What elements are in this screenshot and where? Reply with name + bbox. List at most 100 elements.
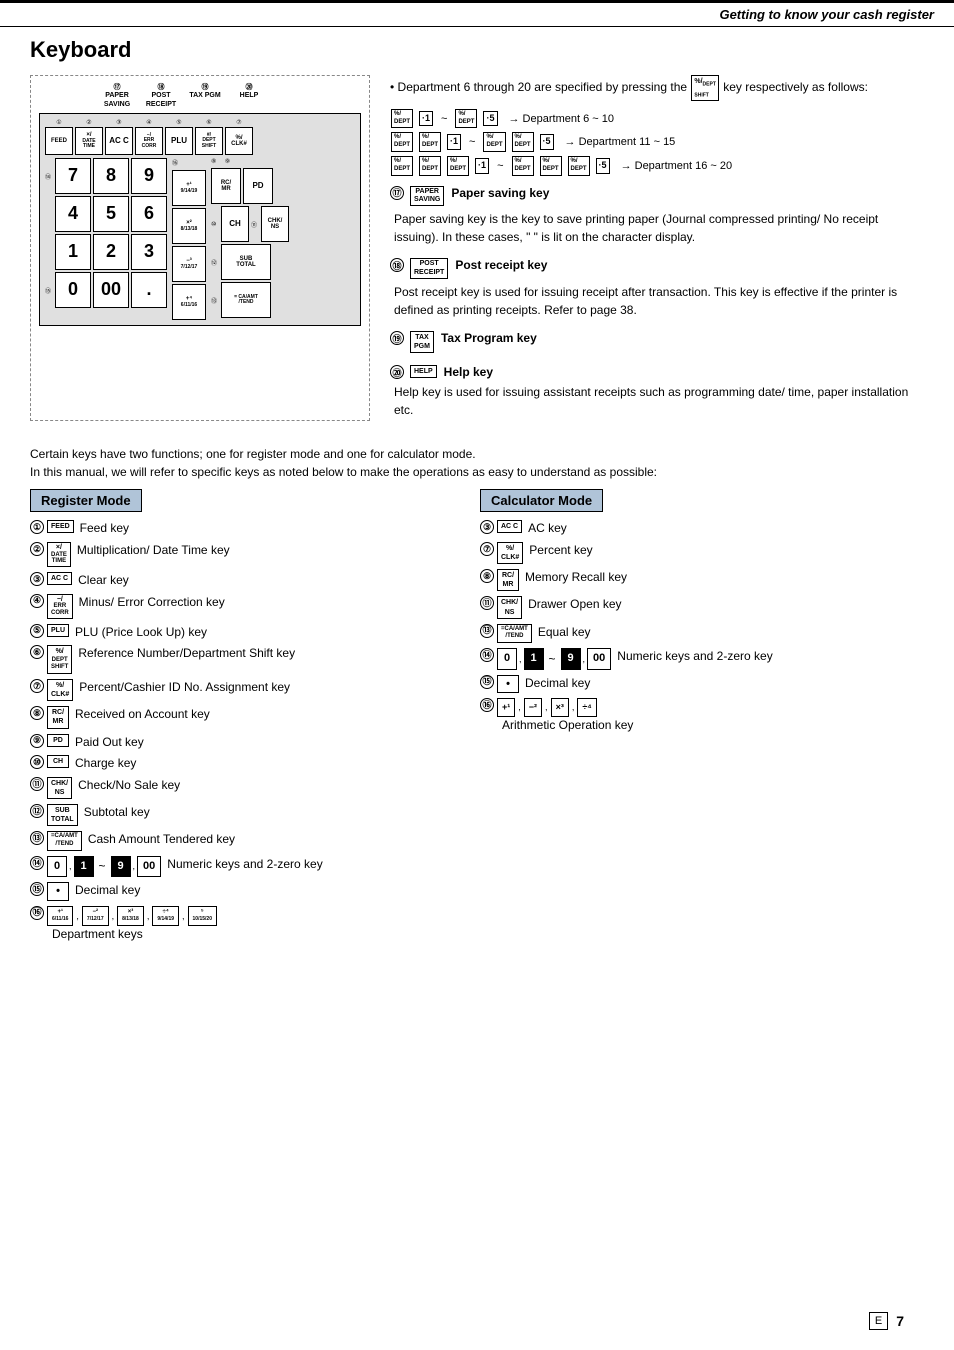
badge-5c: ·5 bbox=[596, 158, 610, 174]
block-post-receipt-title: Post receipt key bbox=[455, 258, 547, 272]
key-4[interactable]: 4 bbox=[55, 196, 91, 232]
list-item-pd: ⑨ PD Paid Out key bbox=[30, 734, 450, 751]
key-feed[interactable]: FEED bbox=[45, 127, 73, 155]
dept-spec-row-11-15: %/DEPT %/DEPT ·1 ~ %/DEPT %/DEPT ·5 → De… bbox=[390, 132, 924, 152]
block-paper-saving-text: Paper saving key is the key to save prin… bbox=[394, 210, 924, 246]
tilde-1: ~ bbox=[441, 113, 447, 125]
key-5[interactable]: 5 bbox=[93, 196, 129, 232]
arith-div: ÷⁴ bbox=[577, 698, 596, 717]
key-plu[interactable]: PLU bbox=[165, 127, 193, 155]
block-help: ⑳ HELP Help key Help key is used for iss… bbox=[390, 365, 924, 419]
calc-nk-0: 0 bbox=[497, 648, 517, 669]
calculator-mode-list: ③ AC C AC key ⑦ %/CLK# Percent key ⑧ RC/… bbox=[480, 520, 924, 733]
dept-key-5: ⁵10/15/20 bbox=[188, 906, 217, 926]
key-6[interactable]: 6 bbox=[131, 196, 167, 232]
key-chk-ns[interactable]: CHK/NS bbox=[261, 206, 289, 242]
header-title: Getting to know your cash register bbox=[719, 7, 934, 22]
tilde-3: ~ bbox=[497, 160, 503, 172]
key-label-help: ⑳HELP bbox=[231, 84, 267, 109]
block-tax-pgm-title: Tax Program key bbox=[441, 331, 537, 345]
key-label-tax-pgm: ⑲TAX PGM bbox=[187, 84, 223, 109]
header-bar: Getting to know your cash register bbox=[0, 0, 954, 27]
key-rc-mr[interactable]: RC/MR bbox=[211, 168, 241, 204]
intro-line1: Certain keys have two functions; one for… bbox=[30, 447, 476, 461]
block-post-receipt-text: Post receipt key is used for issuing rec… bbox=[394, 283, 924, 319]
key-9[interactable]: 9 bbox=[131, 158, 167, 194]
arrow-2: → Department 11 ~ 15 bbox=[565, 136, 676, 148]
key-sub-total[interactable]: SUBTOTAL bbox=[221, 244, 271, 280]
key-tax-pgm-icon: TAXPGM bbox=[410, 331, 434, 353]
key-decimal[interactable]: . bbox=[131, 272, 167, 308]
calc-item-equal: ⑬ =CA/AMT/TEND Equal key bbox=[480, 624, 924, 644]
arith-minus: −² bbox=[524, 698, 542, 717]
nk-00: 00 bbox=[137, 856, 161, 877]
key-plus1[interactable]: +¹9/14/19 bbox=[172, 170, 206, 206]
calc-item-numeric: ⑭ 0, 1~ 9, 00 Numeric keys and 2-zero ke… bbox=[480, 648, 924, 669]
calc-nk-1: 1 bbox=[524, 648, 544, 669]
key-minus3[interactable]: −³7/12/17 bbox=[172, 246, 206, 282]
dept-keys-row: +¹6/11/16, −²7/12/17, ×³8/13/18, ÷⁴9/14/… bbox=[47, 906, 217, 926]
num-19: ⑲ bbox=[390, 331, 404, 345]
key-clk[interactable]: %/CLK# bbox=[225, 127, 253, 155]
badge-ds-7: %/DEPT bbox=[391, 156, 413, 176]
block-post-receipt-header: ⑱ POSTRECEIPT Post receipt key bbox=[390, 258, 924, 279]
list-item-dept-keys: ⑯ +¹6/11/16, −²7/12/17, ×³8/13/18, ÷⁴9/1… bbox=[30, 906, 450, 943]
badge-dept-shift-1: %/DEPT bbox=[391, 109, 413, 129]
arith-plus: +¹ bbox=[497, 698, 515, 717]
list-item-feed: ① FEED Feed key bbox=[30, 520, 450, 537]
key-00[interactable]: 00 bbox=[93, 272, 129, 308]
nk-0: 0 bbox=[47, 856, 67, 877]
list-item-numeric: ⑭ 0, 1~ 9, 00 Numeric keys and 2-zero ke… bbox=[30, 856, 450, 877]
block-paper-saving-header: ⑰ PAPERSAVING Paper saving key bbox=[390, 186, 924, 207]
calc-item-arith: ⑯ +¹, −², ×³, ÷⁴ Arithmetic Operation ke… bbox=[480, 698, 924, 733]
list-item-sub-total: ⑫ SUBTOTAL Subtotal key bbox=[30, 804, 450, 826]
key-ch[interactable]: CH bbox=[221, 206, 249, 242]
badge-5: ·5 bbox=[483, 111, 497, 127]
key-mult2[interactable]: ×²8/13/18 bbox=[172, 208, 206, 244]
key-ac[interactable]: AC C bbox=[105, 127, 133, 155]
key-pd[interactable]: PD bbox=[243, 168, 273, 204]
page-title: Keyboard bbox=[30, 37, 924, 63]
key-post-receipt-icon: POSTRECEIPT bbox=[410, 258, 448, 279]
key-2[interactable]: 2 bbox=[93, 234, 129, 270]
list-item-ch: ⑩ CH Charge key bbox=[30, 755, 450, 772]
key-1[interactable]: 1 bbox=[55, 234, 91, 270]
calculator-mode-box: Calculator Mode bbox=[480, 489, 603, 512]
key-8[interactable]: 8 bbox=[93, 158, 129, 194]
calc-item-percent: ⑦ %/CLK# Percent key bbox=[480, 542, 924, 564]
badge-1: ·1 bbox=[419, 111, 433, 127]
key-0[interactable]: 0 bbox=[55, 272, 91, 308]
list-item-minus-err: ④ −/ERRCORR Minus/ Error Correction key bbox=[30, 594, 450, 619]
dept-key-1: +¹6/11/16 bbox=[47, 906, 73, 926]
key-date-time[interactable]: ×/DATE TIME bbox=[75, 127, 103, 155]
badge-ds-8: %/DEPT bbox=[419, 156, 441, 176]
key-label-post-receipt: ⑱POSTRECEIPT bbox=[143, 84, 179, 109]
badge-5b: ·5 bbox=[540, 134, 554, 150]
key-dept-shift[interactable]: #/DEPT SHIFT bbox=[195, 127, 223, 155]
calc-item-memory: ⑧ RC/MR Memory Recall key bbox=[480, 569, 924, 591]
block-paper-saving: ⑰ PAPERSAVING Paper saving key Paper sav… bbox=[390, 186, 924, 247]
register-mode-box: Register Mode bbox=[30, 489, 142, 512]
dept-spec-row-6-10: %/DEPT ·1 ~ %/DEPT ·5 → Department 6 ~ 1… bbox=[390, 109, 924, 129]
badge-dept-shift-5: %/DEPT bbox=[483, 132, 505, 152]
dept-spec-intro: • Department 6 through 20 are specified … bbox=[390, 75, 924, 101]
dept-key-4: ÷⁴9/14/19 bbox=[152, 906, 179, 926]
intro-line2: In this manual, we will refer to specifi… bbox=[30, 465, 657, 479]
key-err-corr[interactable]: −/ERR CORR bbox=[135, 127, 163, 155]
dept-key-2: −²7/12/17 bbox=[82, 906, 109, 926]
key-plus4[interactable]: +⁴6/11/16 bbox=[172, 284, 206, 320]
calc-item-decimal: ⑮ • Decimal key bbox=[480, 675, 924, 693]
list-item-decimal: ⑮ • Decimal key bbox=[30, 882, 450, 900]
key-7[interactable]: 7 bbox=[55, 158, 91, 194]
badge-dept-shift-3: %/DEPT bbox=[391, 132, 413, 152]
badge-1c: ·1 bbox=[475, 158, 489, 174]
block-post-receipt: ⑱ POSTRECEIPT Post receipt key Post rece… bbox=[390, 258, 924, 319]
badge-dept-shift-6: %/DEPT bbox=[512, 132, 534, 152]
key-ca-amt[interactable]: = CA/AMT/TEND bbox=[221, 282, 271, 318]
keyboard-description: • Department 6 through 20 are specified … bbox=[390, 75, 924, 431]
key-3[interactable]: 3 bbox=[131, 234, 167, 270]
list-item-rc: ⑧ RC/MR Received on Account key bbox=[30, 706, 450, 728]
calc-numeric-display: 0, 1~ 9, 00 bbox=[497, 648, 611, 669]
block-help-text: Help key is used for issuing assistant r… bbox=[394, 383, 924, 419]
page-number: 7 bbox=[896, 1313, 904, 1329]
